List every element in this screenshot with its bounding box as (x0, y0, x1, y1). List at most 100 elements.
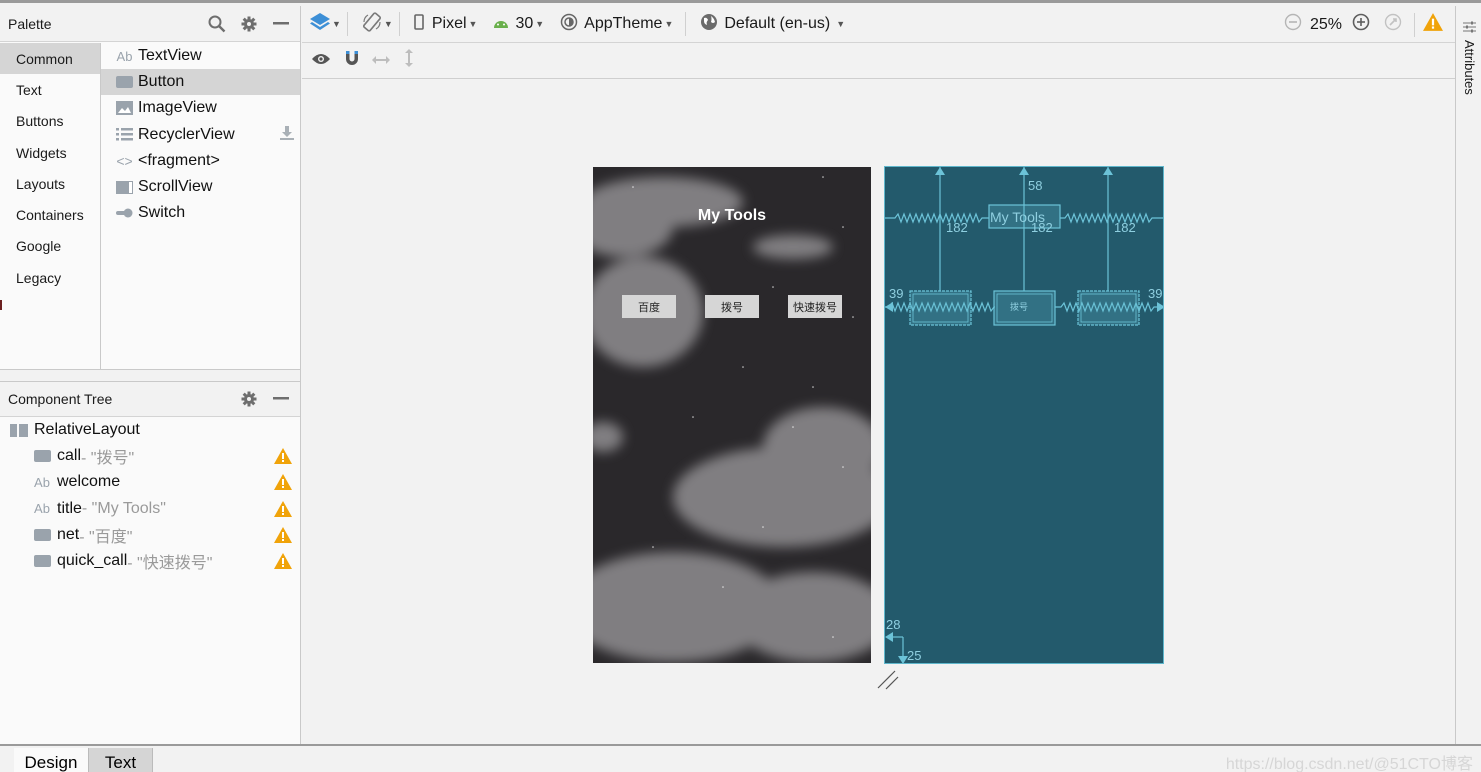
warning-icon[interactable] (274, 500, 292, 522)
locale-selector[interactable]: Default (en-us) ▼ (700, 13, 845, 36)
net-button[interactable]: 百度 (622, 295, 676, 318)
margin-bottom-label: 25 (907, 648, 922, 663)
tree-item-text: - "拨号" (81, 450, 135, 468)
edge-marker (0, 300, 2, 310)
category-containers[interactable]: Containers (0, 199, 100, 230)
expand-horizontal-icon[interactable] (372, 52, 390, 70)
tree-item-id: net (57, 525, 80, 543)
tree-item-welcome[interactable]: Ab welcome (0, 469, 300, 495)
tree-item-quick-call[interactable]: quick_call - "快速拨号" (0, 548, 300, 574)
left-panel: Palette Common Text Buttons Widgets Layo… (0, 6, 301, 744)
design-preview[interactable]: My Tools 百度 拨号 快速拨号 (593, 167, 871, 663)
button-icon (33, 528, 51, 542)
category-buttons[interactable]: Buttons (0, 106, 100, 137)
toolbar-separator (1414, 12, 1415, 37)
design-canvas[interactable]: My Tools 百度 拨号 快速拨号 My Tools 拨号 58 182 1… (302, 80, 1455, 744)
search-icon[interactable] (206, 13, 228, 35)
blueprint-constraints (885, 167, 1163, 663)
margin-top-label: 58 (1028, 178, 1043, 193)
widget-recyclerview[interactable]: RecyclerView (101, 122, 300, 148)
zoom-out-icon[interactable] (1284, 13, 1302, 36)
tree-item-title[interactable]: Ab title - "My Tools" (0, 496, 300, 522)
blueprint-call-button: 拨号 (1010, 302, 1029, 312)
widget-button[interactable]: Button (101, 69, 300, 96)
palette-widgets: Ab TextView Button ImageView RecyclerVie… (101, 43, 300, 369)
gear-icon[interactable] (238, 13, 260, 35)
chevron-down-icon: ▼ (383, 19, 393, 29)
gear-icon[interactable] (238, 388, 260, 410)
relativelayout-icon (10, 423, 28, 437)
palette-header: Palette (0, 6, 300, 42)
category-layouts[interactable]: Layouts (0, 168, 100, 199)
category-text[interactable]: Text (0, 74, 100, 105)
tree-item-id: call (57, 447, 82, 465)
widget-label: TextView (138, 47, 202, 65)
zoom-to-fit-icon[interactable] (1384, 13, 1402, 36)
margin-bottom-left-label: 28 (886, 617, 901, 632)
android-studio-layout-editor: Palette Common Text Buttons Widgets Layo… (0, 0, 1481, 772)
toolbar-separator (346, 12, 348, 36)
tree-item-text: - "快速拨号" (127, 555, 213, 573)
category-common[interactable]: Common (0, 43, 100, 75)
chevron-down-icon: ▼ (836, 19, 846, 29)
imageview-icon (115, 100, 134, 116)
textview-icon: Ab (116, 48, 133, 64)
design-surface-button[interactable]: ▼ (310, 12, 341, 36)
tab-text[interactable]: Text (89, 748, 153, 772)
code-brackets-icon: <> (116, 152, 133, 169)
margin-right-label: 39 (1148, 286, 1163, 301)
margin-left-label: 39 (889, 286, 904, 301)
tree-item-relativelayout[interactable]: RelativeLayout (0, 417, 300, 443)
eye-icon[interactable] (312, 52, 330, 70)
watermark: https://blog.csdn.net/@51CTO博客 (1225, 756, 1473, 772)
theme-label: AppTheme (584, 15, 663, 32)
blueprint-view[interactable]: My Tools 拨号 58 182 182 182 39 39 28 25 (884, 166, 1164, 664)
api-level-selector[interactable]: 30 ▼ (493, 15, 544, 33)
widget-label: <fragment> (138, 151, 220, 169)
expand-vertical-icon[interactable] (404, 49, 414, 72)
widget-scrollview[interactable]: ScrollView (101, 174, 300, 200)
widget-switch[interactable]: Switch (101, 200, 300, 226)
category-google[interactable]: Google (0, 231, 100, 262)
orientation-button[interactable]: ▼ (362, 11, 393, 37)
call-button[interactable]: 拨号 (705, 295, 759, 318)
warning-icon[interactable] (274, 526, 292, 548)
button-icon (115, 74, 134, 90)
attributes-tab[interactable]: Attributes (1462, 40, 1477, 95)
warning-icon[interactable] (274, 552, 292, 574)
warning-icon[interactable] (274, 474, 292, 495)
category-widgets[interactable]: Widgets (0, 137, 100, 168)
margin-center-button-label: 182 (1031, 220, 1053, 235)
locale-label: Default (en-us) (724, 15, 831, 32)
device-selector[interactable]: Pixel ▼ (414, 13, 477, 35)
warning-icon[interactable] (274, 448, 292, 469)
quick-call-button[interactable]: 快速拨号 (788, 295, 842, 318)
minimize-icon[interactable] (270, 388, 292, 410)
switch-icon (115, 205, 134, 221)
widget-textview[interactable]: Ab TextView (101, 43, 300, 69)
magnet-icon[interactable] (344, 50, 360, 71)
button-icon (33, 554, 51, 568)
rotate-device-icon (362, 11, 382, 37)
phone-icon (414, 13, 424, 35)
widget-fragment[interactable]: <> <fragment> (101, 148, 300, 174)
resize-handle[interactable] (877, 668, 901, 695)
right-tool-strip: Attributes (1455, 6, 1481, 744)
category-legacy[interactable]: Legacy (0, 262, 100, 293)
android-icon (493, 15, 509, 33)
tree-item-id: quick_call (57, 552, 128, 570)
panel-splitter[interactable] (0, 369, 300, 381)
tree-item-net[interactable]: net - "百度" (0, 522, 300, 548)
theme-selector[interactable]: AppTheme ▼ (560, 13, 673, 36)
warning-icon[interactable] (1423, 13, 1443, 36)
widget-imageview[interactable]: ImageView (101, 95, 300, 121)
button-icon (33, 449, 51, 463)
widget-label: ImageView (138, 99, 217, 117)
widget-label: RecyclerView (138, 125, 235, 143)
tab-design[interactable]: Design (14, 748, 89, 772)
minimize-icon[interactable] (270, 13, 292, 35)
component-tree-title: Component Tree (8, 391, 113, 407)
zoom-in-icon[interactable] (1352, 13, 1370, 36)
tree-item-call[interactable]: call - "拨号" (0, 443, 300, 469)
download-icon[interactable] (280, 126, 294, 143)
